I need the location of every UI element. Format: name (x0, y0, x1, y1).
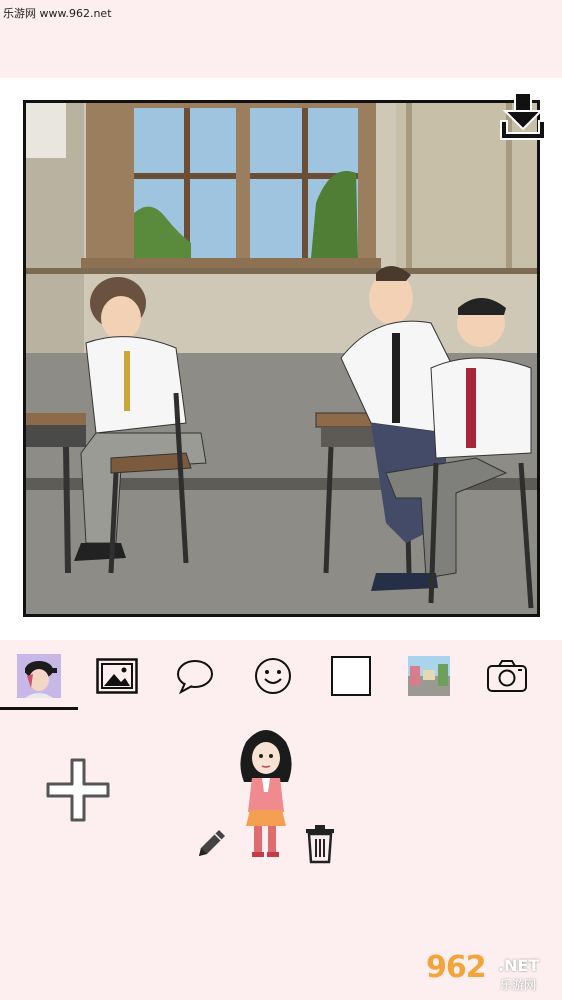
tab-frame[interactable] (312, 640, 390, 712)
tab-scene[interactable] (390, 640, 468, 712)
delete-character-button[interactable] (303, 824, 337, 864)
download-button[interactable] (497, 91, 549, 143)
download-icon (500, 92, 546, 140)
character-thumbnail[interactable] (232, 722, 300, 862)
girl-character-illustration (240, 730, 292, 857)
classroom-scene-illustration (26, 103, 537, 614)
scene-thumbnail-icon (408, 656, 450, 696)
tab-background-image[interactable] (78, 640, 156, 712)
square-frame-icon (331, 656, 371, 696)
logo-net: .NET (498, 956, 540, 975)
image-icon (96, 658, 138, 694)
tool-tabs (0, 640, 562, 712)
character-avatar-icon (17, 654, 61, 698)
tab-emoji[interactable] (234, 640, 312, 712)
comic-panel-canvas[interactable] (23, 100, 540, 617)
tab-camera[interactable] (468, 640, 546, 712)
smiley-icon (255, 658, 291, 694)
plus-icon (46, 758, 110, 822)
pencil-icon (199, 830, 225, 856)
speech-bubble-icon (177, 660, 213, 694)
tab-character[interactable] (0, 640, 78, 712)
edit-character-button[interactable] (193, 826, 229, 862)
logo-sub: 乐游网 (500, 978, 537, 992)
watermark-text: 乐游网 www.962.net (3, 7, 112, 20)
add-character-button[interactable] (46, 758, 110, 822)
watermark-logo: 962 .NET 乐游网 (420, 950, 558, 996)
top-bar: 乐游网 www.962.net (0, 0, 562, 78)
trash-icon (306, 825, 334, 864)
tab-speech-bubble[interactable] (156, 640, 234, 712)
camera-icon (487, 660, 527, 692)
logo-number: 962 (426, 950, 487, 985)
